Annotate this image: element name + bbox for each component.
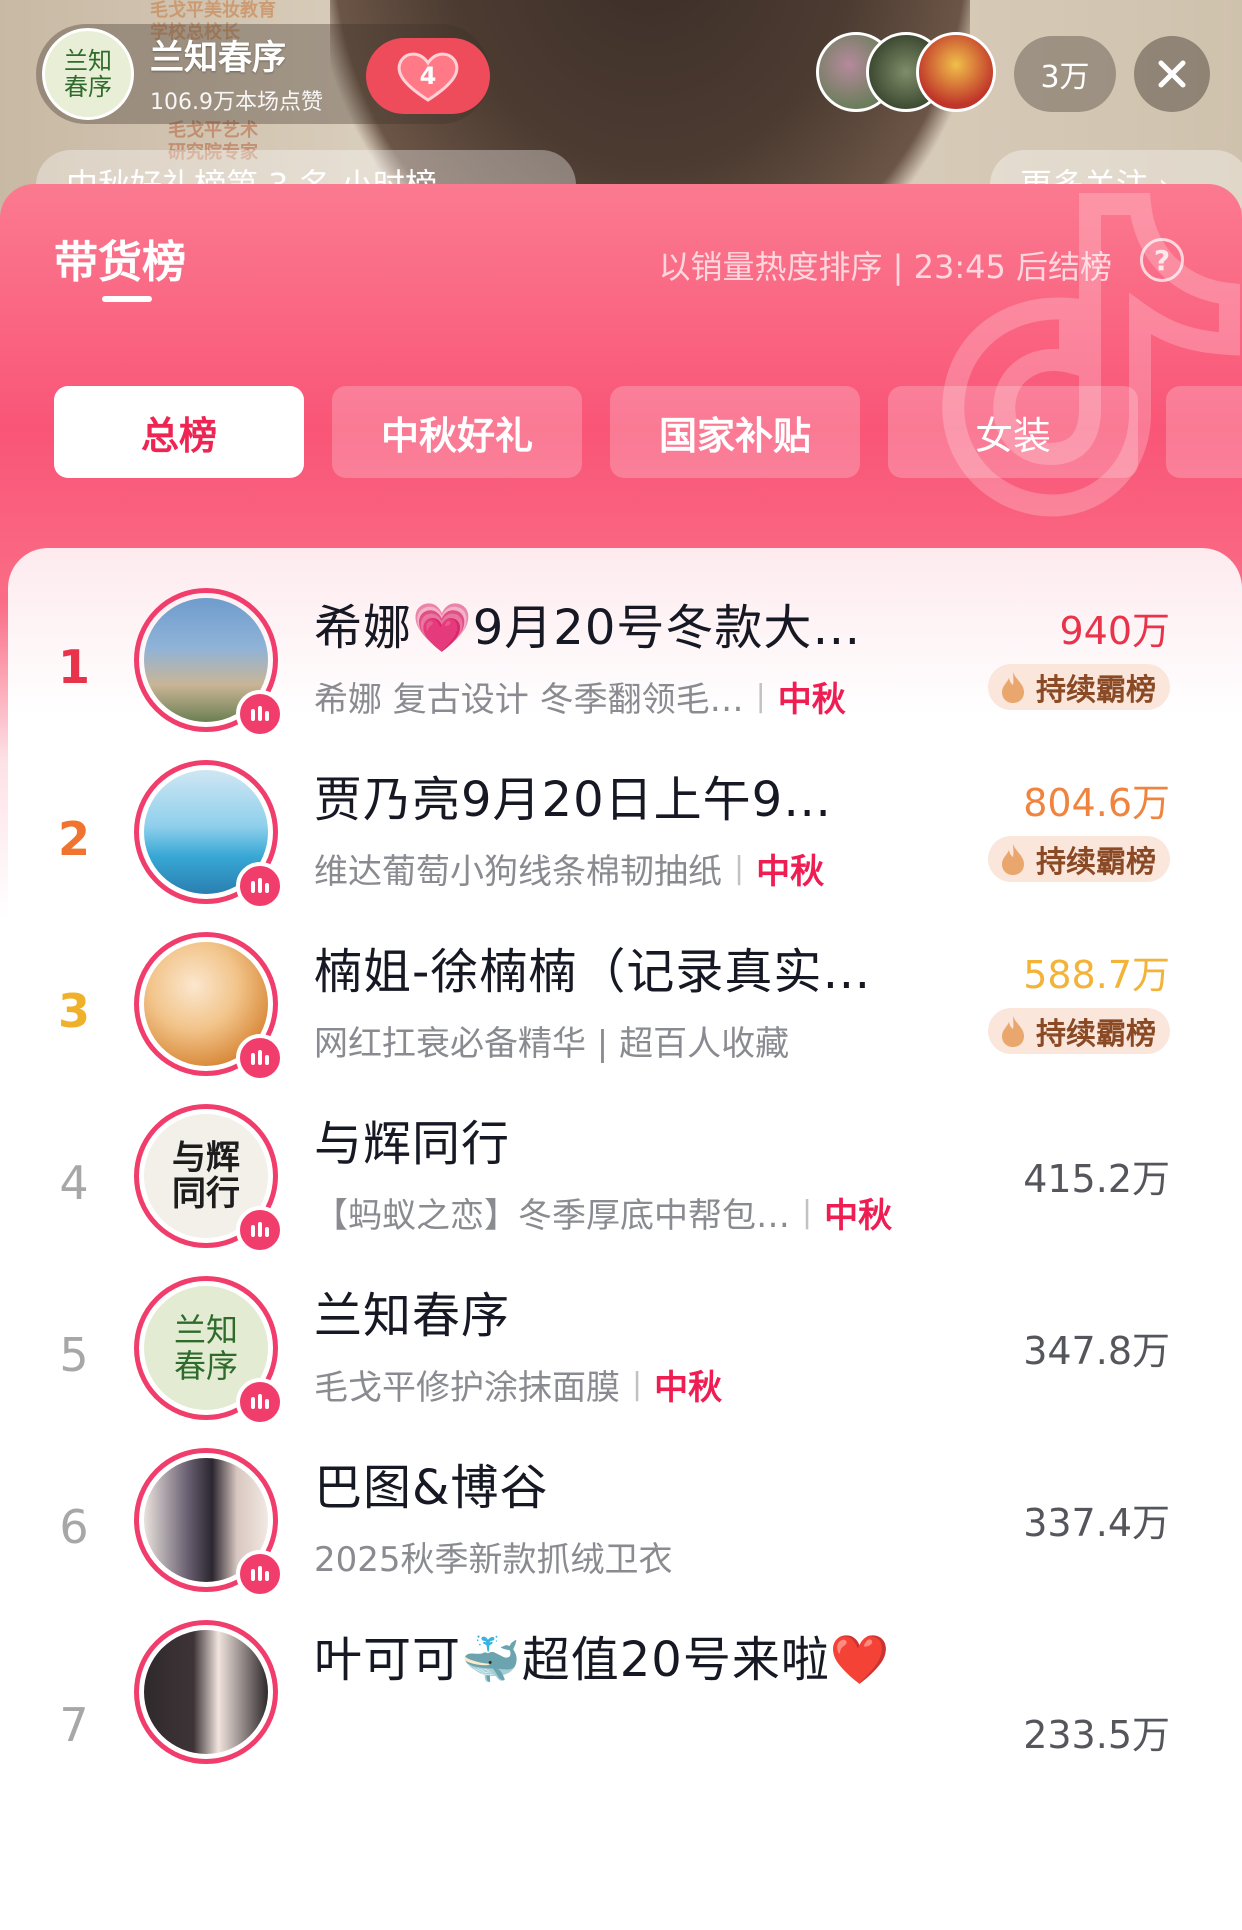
badge-label: 持续霸榜 <box>1036 673 1156 708</box>
streamer-avatar[interactable] <box>134 588 284 738</box>
continuous-top-badge: 持续霸榜 <box>988 1008 1170 1054</box>
avatar <box>134 1620 278 1764</box>
badge-label: 持续霸榜 <box>1036 845 1156 880</box>
tab-mid-autumn-gifts[interactable]: 中秋好礼 <box>332 386 582 478</box>
rank-number: 6 <box>59 1500 89 1554</box>
rank-number: 3 <box>57 984 90 1038</box>
live-indicator-icon <box>236 1034 284 1082</box>
streamer-avatar[interactable]: 兰知春序 <box>134 1276 284 1426</box>
streamer-avatar[interactable] <box>134 1620 284 1770</box>
flame-icon <box>1002 672 1024 703</box>
sales-metric: 588.7万 <box>1023 953 1170 997</box>
like-button[interactable]: 4 <box>366 38 490 114</box>
product-name: 希娜 复古设计 冬季翻领毛… <box>314 680 744 720</box>
flame-icon <box>1002 844 1024 875</box>
product-name: 毛戈平修护涂抹面膜 <box>314 1368 620 1408</box>
live-indicator-icon <box>236 862 284 910</box>
tab-national-subsidy[interactable]: 国家补贴 <box>610 386 860 478</box>
mid-autumn-tag: 中秋 <box>777 680 846 720</box>
list-item[interactable]: 7 叶可可🐳超值20号来啦❤️ 233.5万 <box>8 1612 1242 1824</box>
product-line: 维达葡萄小狗线条棉韧抽纸 | 中秋 <box>314 844 824 893</box>
streamer-title: 贾乃亮9月20日上午9… <box>314 772 833 828</box>
viewer-avatars[interactable] <box>816 32 1006 116</box>
tab-overall[interactable]: 总榜 <box>54 386 304 478</box>
avatar-image <box>144 1630 268 1754</box>
divider: | <box>755 679 766 714</box>
sales-metric: 940万 <box>1059 609 1170 653</box>
product-name: 网红扛衰必备精华 | 超百人收藏 <box>314 1024 790 1064</box>
badge-label: 持续霸榜 <box>1036 1017 1156 1052</box>
category-tabs: 总榜 中秋好礼 国家补贴 女装 <box>54 386 1242 478</box>
rank-number: 1 <box>57 640 90 694</box>
mid-autumn-tag: 中秋 <box>824 1196 893 1236</box>
sales-metric: 415.2万 <box>1023 1157 1170 1201</box>
viewer-count[interactable]: 3万 <box>1014 36 1116 112</box>
product-line: 【蚂蚁之恋】冬季厚底中帮包… | 中秋 <box>314 1188 892 1237</box>
mid-autumn-tag: 中秋 <box>654 1368 723 1408</box>
streamer-title: 希娜💗9月20号冬款大… <box>314 600 862 656</box>
mid-autumn-tag: 中秋 <box>756 852 825 892</box>
streamer-title: 叶可可🐳超值20号来啦❤️ <box>314 1632 891 1688</box>
live-indicator-icon <box>236 1550 284 1598</box>
sales-metric: 337.4万 <box>1023 1501 1170 1545</box>
sales-metric: 804.6万 <box>1023 781 1170 825</box>
continuous-top-badge: 持续霸榜 <box>988 836 1170 882</box>
like-count: 4 <box>419 62 437 90</box>
sales-metric: 233.5万 <box>1023 1713 1170 1757</box>
divider: | <box>632 1367 643 1402</box>
sales-ranking-panel: 带货榜 以销量热度排序 | 23:45 后结榜 ? 总榜 中秋好礼 国家补贴 女… <box>0 184 1242 1930</box>
sales-metric: 347.8万 <box>1023 1329 1170 1373</box>
close-button[interactable] <box>1134 36 1210 112</box>
avatar-text: 春序 <box>64 73 112 101</box>
streamer-avatar[interactable] <box>134 1448 284 1598</box>
product-name: 维达葡萄小狗线条棉韧抽纸 <box>314 852 722 892</box>
streamer-title: 与辉同行 <box>314 1116 511 1172</box>
product-line: 网红扛衰必备精华 | 超百人收藏 <box>314 1016 789 1065</box>
viewer-avatar[interactable] <box>916 32 996 112</box>
anchor-name: 兰知春序 <box>150 38 286 78</box>
panel-title: 带货榜 <box>54 237 186 288</box>
streamer-title: 巴图&博谷 <box>314 1460 549 1516</box>
product-line: 毛戈平修护涂抹面膜 | 中秋 <box>314 1360 722 1409</box>
streamer-avatar[interactable] <box>134 760 284 910</box>
title-underline <box>102 296 152 302</box>
watermark-line: 毛戈平美妆教育 <box>150 0 276 21</box>
tab-more[interactable] <box>1166 386 1242 478</box>
streamer-title: 兰知春序 <box>314 1288 511 1344</box>
rank-number: 5 <box>59 1328 89 1382</box>
rank-number: 4 <box>59 1156 89 1210</box>
divider: | <box>802 1195 813 1230</box>
product-name: 2025秋季新款抓绒卫衣 <box>314 1540 673 1580</box>
sort-info: 以销量热度排序 | 23:45 后结榜 <box>658 248 1112 286</box>
product-name: 【蚂蚁之恋】冬季厚底中帮包… <box>314 1196 790 1236</box>
anchor-likes: 106.9万本场点赞 <box>150 90 323 115</box>
rank-number: 2 <box>57 812 90 866</box>
divider: | <box>734 851 745 886</box>
flame-icon <box>1002 1016 1024 1047</box>
live-indicator-icon <box>236 690 284 738</box>
anchor-avatar[interactable]: 兰知 春序 <box>42 28 134 120</box>
tab-womens-wear[interactable]: 女装 <box>888 386 1138 478</box>
rank-number: 7 <box>59 1698 89 1752</box>
streamer-title: 楠姐-徐楠楠（记录真实… <box>314 944 872 1000</box>
product-line: 希娜 复古设计 冬季翻领毛… | 中秋 <box>314 672 846 721</box>
continuous-top-badge: 持续霸榜 <box>988 664 1170 710</box>
live-indicator-icon <box>236 1378 284 1426</box>
product-line: 2025秋季新款抓绒卫衣 <box>314 1532 673 1581</box>
live-indicator-icon <box>236 1206 284 1254</box>
avatar-text: 兰知 <box>64 47 112 75</box>
close-icon <box>1158 60 1186 88</box>
help-icon[interactable]: ? <box>1140 238 1184 282</box>
streamer-avatar[interactable] <box>134 932 284 1082</box>
streamer-avatar[interactable]: 与辉同行 <box>134 1104 284 1254</box>
heart-icon: 4 <box>393 48 463 104</box>
ranking-list: 1 希娜💗9月20号冬款大… 希娜 复古设计 冬季翻领毛… | 中秋 940万 … <box>8 548 1242 1930</box>
